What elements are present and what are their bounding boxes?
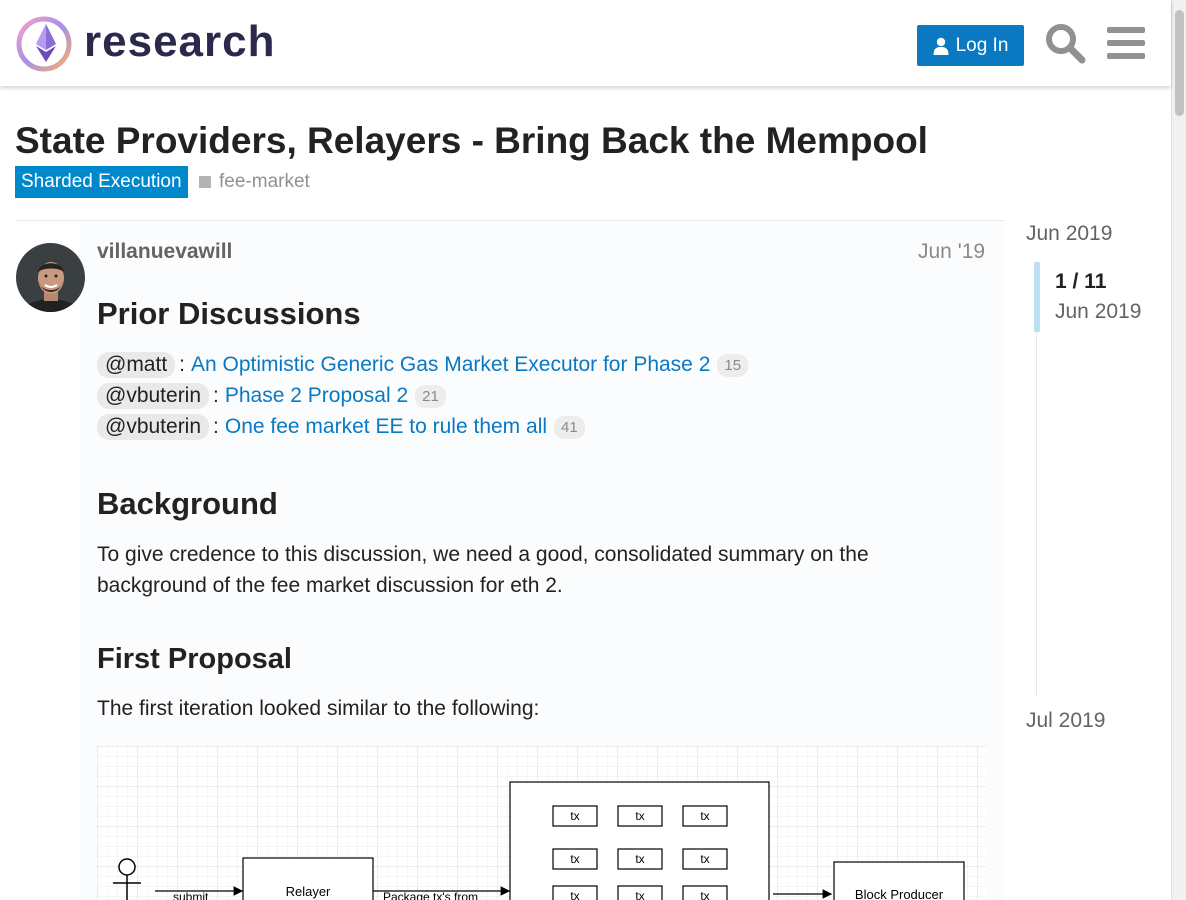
user-mention[interactable]: @vbuterin <box>97 414 210 440</box>
avatar[interactable] <box>16 243 85 312</box>
diagram-tx-label: tx <box>635 852 644 866</box>
proposal-diagram[interactable]: submit Relayer Package tx's from tx tx tx t… <box>97 746 986 900</box>
first-proposal-paragraph: The first iteration looked similar to th… <box>97 697 540 720</box>
user-mention[interactable]: @matt <box>97 352 176 378</box>
login-button[interactable]: Log In <box>917 25 1024 66</box>
diagram-tx-label: tx <box>570 809 579 823</box>
diagram-image: submit Relayer Package tx's from tx tx tx t… <box>97 746 986 900</box>
post-username[interactable]: villanuevawill <box>97 240 232 264</box>
topic-title[interactable]: State Providers, Relayers - Bring Back t… <box>15 118 928 164</box>
list-item: @vbuterin : Phase 2 Proposal 2 21 <box>97 382 446 410</box>
link-click-count: 21 <box>415 384 446 408</box>
scrollbar-thumb[interactable] <box>1175 10 1184 116</box>
tag-label: fee-market <box>219 171 310 192</box>
tag-square-icon <box>199 176 211 188</box>
site-header: research Log In <box>0 0 1171 86</box>
timeline-scroller-handle[interactable] <box>1034 262 1040 332</box>
background-heading: Background <box>97 486 278 521</box>
topic-link[interactable]: An Optimistic Generic Gas Market Executo… <box>191 353 710 377</box>
timeline-current-date: Jun 2019 <box>1055 300 1142 323</box>
diagram-tx-label: tx <box>700 852 709 866</box>
diagram-tx-label: tx <box>570 889 579 900</box>
research-logo-icon[interactable] <box>16 14 76 74</box>
background-paragraph: To give credence to this discussion, we … <box>97 543 869 597</box>
timeline-start-date[interactable]: Jun 2019 <box>1026 222 1112 246</box>
list-item: @matt : An Optimistic Generic Gas Market… <box>97 351 749 379</box>
login-label: Log In <box>955 34 1009 56</box>
link-click-count: 41 <box>554 415 585 439</box>
timeline-end-date[interactable]: Jul 2019 <box>1026 709 1105 733</box>
avatar-image <box>16 243 85 312</box>
tag-fee-market[interactable]: fee-market <box>199 166 310 198</box>
prior-discussions-heading: Prior Discussions <box>97 296 361 331</box>
diagram-label-package: Package tx's from <box>383 890 478 900</box>
diagram-tx-label: tx <box>700 889 709 900</box>
user-mention[interactable]: @vbuterin <box>97 383 210 409</box>
post-date[interactable]: Jun '19 <box>918 240 985 264</box>
search-icon[interactable] <box>1044 22 1086 64</box>
diagram-tx-label: tx <box>570 852 579 866</box>
diagram-tx-label: tx <box>635 809 644 823</box>
diagram-tx-label: tx <box>700 809 709 823</box>
category-badge[interactable]: Sharded Execution <box>15 166 188 198</box>
page-scrollbar[interactable] <box>1171 0 1186 900</box>
topic-link[interactable]: One fee market EE to rule them all <box>225 415 547 439</box>
diagram-label-relayer: Relayer <box>286 884 331 899</box>
site-name[interactable]: research <box>84 14 275 70</box>
user-icon <box>933 37 949 55</box>
first-proposal-heading: First Proposal <box>97 643 292 675</box>
link-click-count: 15 <box>717 353 749 377</box>
topic-link[interactable]: Phase 2 Proposal 2 <box>225 384 408 408</box>
list-item: @vbuterin : One fee market EE to rule th… <box>97 413 585 441</box>
timeline-position: 1 / 11 <box>1055 270 1107 293</box>
hamburger-menu-icon[interactable] <box>1107 26 1145 60</box>
diagram-label-block-producer: Block Producer <box>855 887 944 900</box>
diagram-tx-label: tx <box>635 889 644 900</box>
diagram-label-submit: submit <box>173 890 209 900</box>
